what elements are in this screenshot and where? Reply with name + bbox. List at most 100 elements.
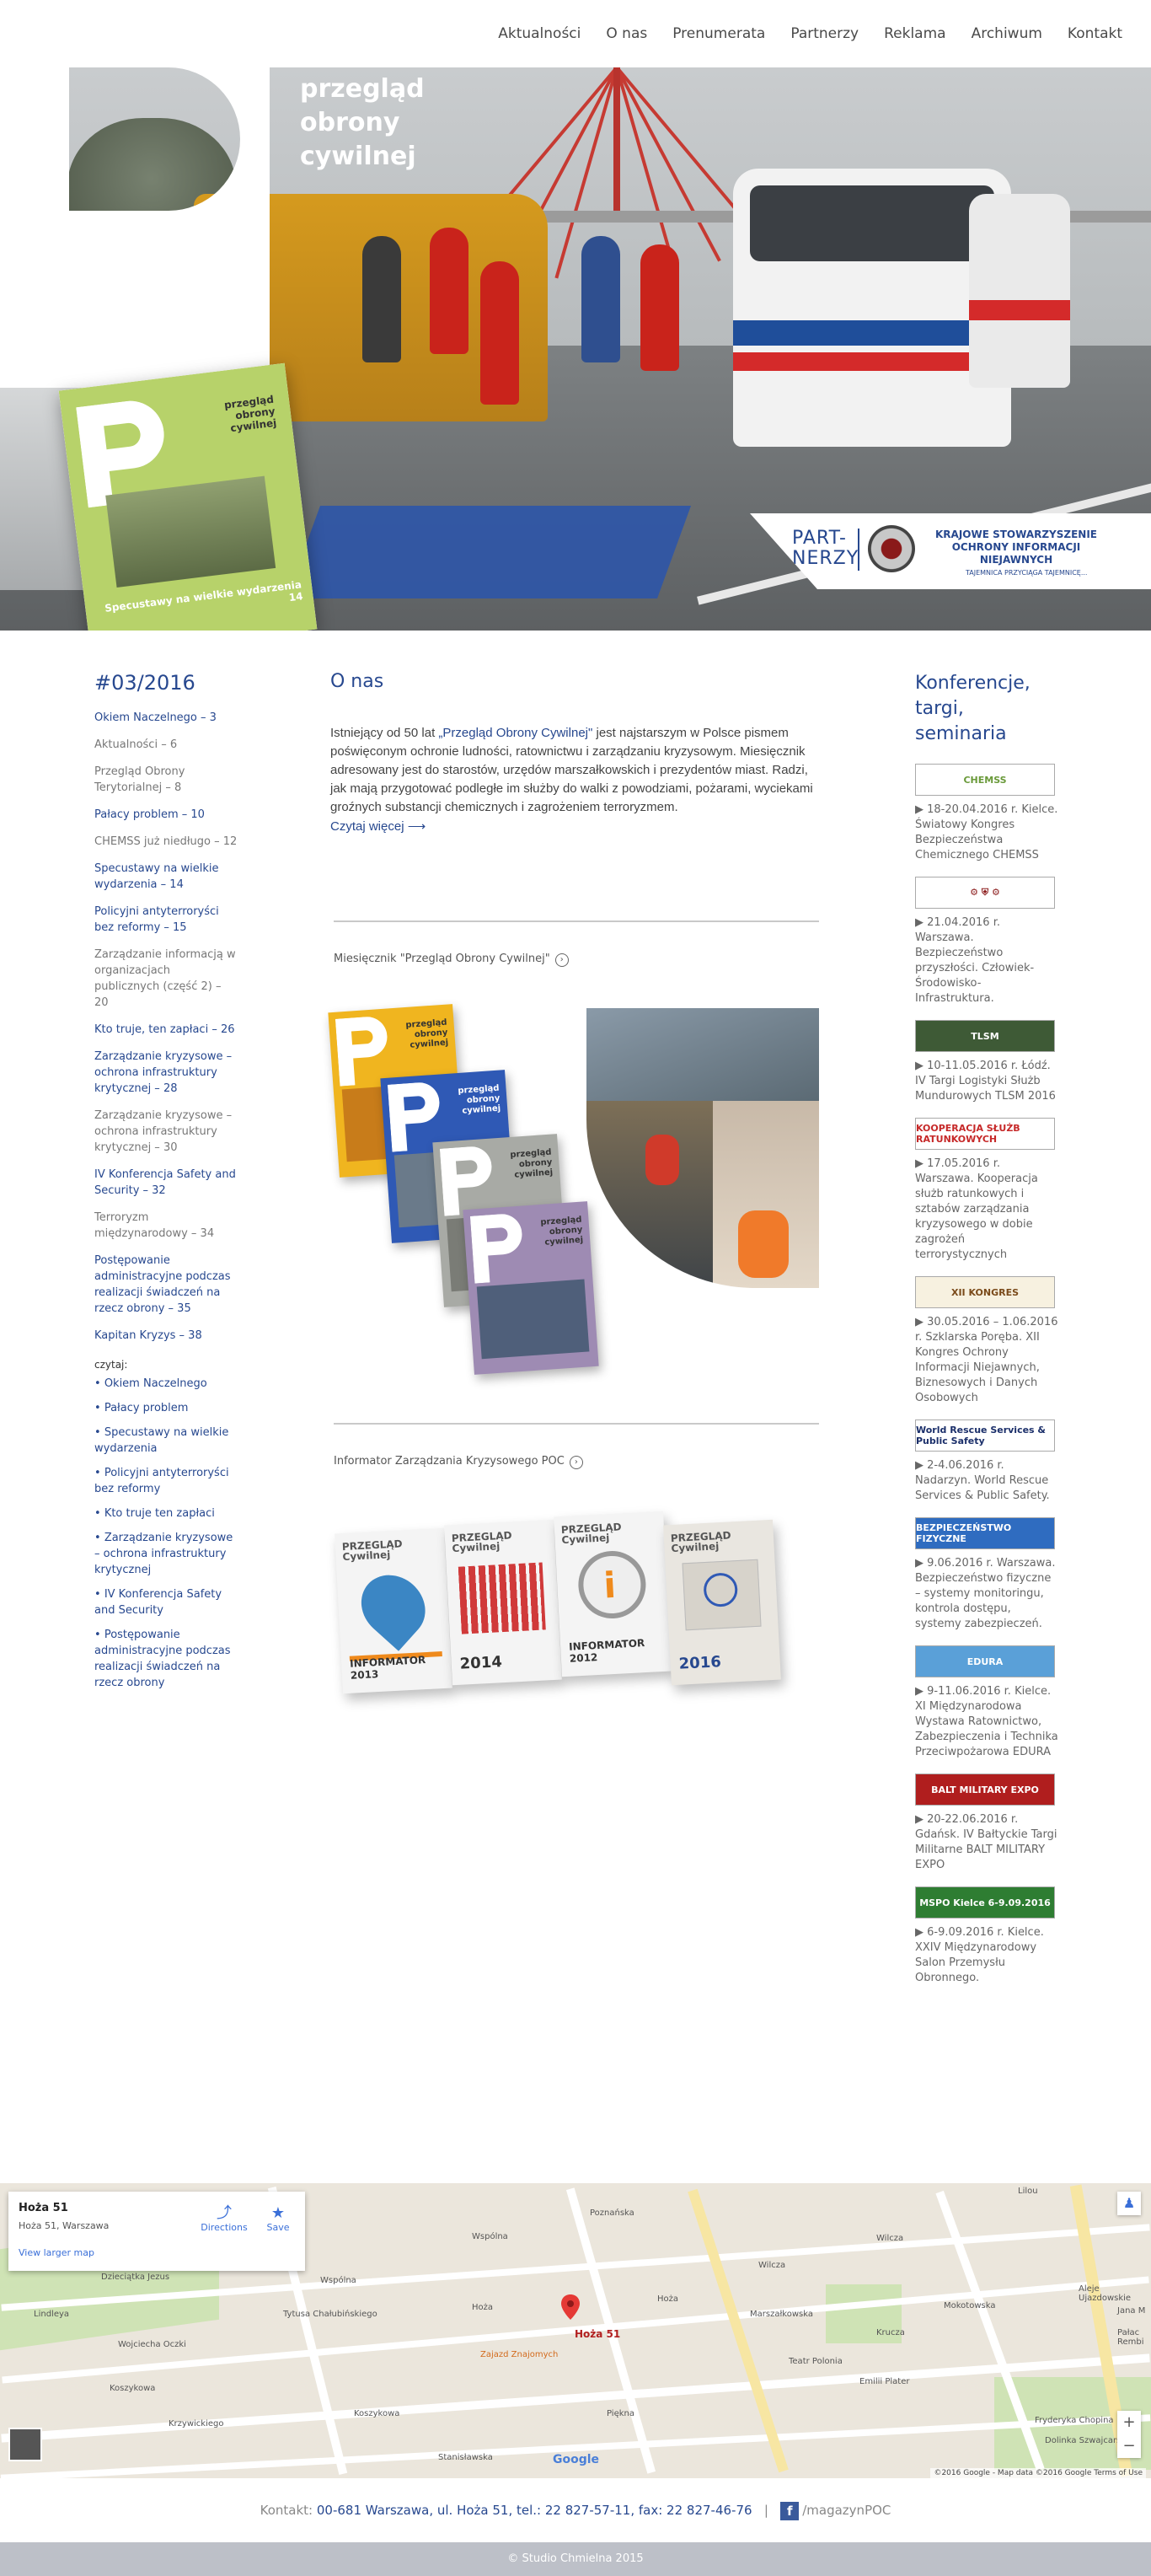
toc-item[interactable]: Kapitan Kryzys – 38	[94, 1328, 238, 1344]
monthly-link[interactable]: Miesięcznik "Przegląd Obrony Cywilnej" ›	[334, 953, 569, 967]
nav-aktualnosci[interactable]: Aktualności	[498, 25, 581, 42]
event-item: EDURA ▶ 9-11.06.2016 r. Kielce. XI Między…	[915, 1645, 1058, 1760]
brand-line-1: przegląd	[300, 74, 425, 104]
contact-details: 00-681 Warszawa, ul. Hoża 51, tel.: 22 8…	[316, 2503, 752, 2518]
toc-item[interactable]: Okiem Naczelnego – 3	[94, 710, 238, 726]
toc-item[interactable]: IV Konferencja Safety and Security – 32	[94, 1167, 238, 1199]
facebook-link[interactable]: f/magazynPOC	[780, 2501, 891, 2520]
informator-covers[interactable]: PRZEGLĄD Cywilnej INFORMATOR 2013 PRZEGL…	[330, 1511, 819, 1767]
toc-item: Przegląd Obrony Terytorialnej – 8	[94, 765, 185, 794]
event-item: KOOPERACJA SŁUŻB RATUNKOWYCH ▶ 17.05.2016…	[915, 1118, 1058, 1263]
cover-title: przegląd obrony cywilnej	[223, 393, 278, 435]
event-banner[interactable]: EDURA	[915, 1645, 1055, 1677]
map-place-card: Hoża 51 Hoża 51, Warszawa View larger ma…	[8, 2192, 305, 2271]
toc-item[interactable]: Kto truje, ten zapłaci – 26	[94, 1022, 238, 1038]
issue-toc: Okiem Naczelnego – 3 Aktualności – 6 Przeg…	[94, 710, 238, 1344]
toc-item: Terroryzm międzynarodowy – 34	[94, 1211, 215, 1240]
about-title: O nas	[330, 671, 384, 692]
event-banner[interactable]: CHEMSS	[915, 764, 1055, 796]
read-article-link[interactable]: • Specustawy na wielkie wydarzenia	[94, 1425, 238, 1457]
nav-partnerzy[interactable]: Partnerzy	[790, 25, 859, 42]
read-article-link[interactable]: • Okiem Naczelnego	[94, 1376, 238, 1392]
copyright-bar: © Studio Chmielna 2015	[0, 2542, 1151, 2576]
brand-line-2: obrony	[300, 108, 400, 137]
map-pin-icon[interactable]	[561, 2294, 580, 2320]
event-banner[interactable]: XII KONGRES	[915, 1276, 1055, 1308]
zoom-controls[interactable]: + −	[1117, 2411, 1141, 2458]
toc-item: Zarządzanie kryzysowe – ochrona infrastr…	[94, 1109, 233, 1154]
pegman-icon[interactable]: ♟	[1117, 2192, 1141, 2215]
rescue-photo-collage	[586, 1008, 819, 1288]
view-larger-map-link[interactable]: View larger map	[19, 2247, 94, 2258]
google-map[interactable]: Wspólna Wspólna Hoża Hoża Wilcza Wilcza …	[0, 2183, 1151, 2478]
informator-cover: PRZEGLĄD Cywilnej INFORMATOR 2013	[335, 1527, 452, 1694]
event-description: ▶ 6-9.09.2016 r. Kielce. XXIV Międzynaro…	[915, 1926, 1044, 1984]
facebook-icon: f	[780, 2501, 800, 2520]
event-item: MSPO Kielce 6-9.09.2016 ▶ 6-9.09.2016 r. …	[915, 1886, 1058, 1986]
hero: Aktualności O nas Prenumerata Partnerzy …	[0, 0, 1151, 631]
event-banner[interactable]: BALT MILITARY EXPO	[915, 1774, 1055, 1806]
map-attribution[interactable]: ©2016 Google - Map data ©2016 Google Ter…	[930, 2468, 1146, 2478]
event-banner[interactable]: ⚙ ⛨ ⚙	[915, 877, 1055, 909]
read-article-link[interactable]: • Kto truje ten zapłaci	[94, 1505, 238, 1521]
event-description: ▶ 17.05.2016 r. Warszawa. Kooperacja słu…	[915, 1157, 1038, 1261]
event-banner[interactable]: KOOPERACJA SŁUŻB RATUNKOWYCH	[915, 1118, 1055, 1150]
nav-reklama[interactable]: Reklama	[884, 25, 945, 42]
read-article-link[interactable]: • IV Konferencja Safety and Security	[94, 1586, 238, 1618]
arrow-right-icon: ›	[569, 1456, 583, 1469]
read-article-link[interactable]: • Zarządzanie kryzysowe – ochrona infras…	[94, 1530, 238, 1578]
nav-kontakt[interactable]: Kontakt	[1068, 25, 1122, 42]
arrow-right-icon: ›	[554, 953, 569, 967]
satellite-toggle[interactable]	[8, 2428, 42, 2461]
events-title: Konferencje, targi, seminaria	[915, 673, 1031, 744]
event-banner[interactable]: TLSM	[915, 1020, 1055, 1052]
zoom-in-button[interactable]: +	[1117, 2411, 1141, 2434]
event-item: BEZPIECZEŃSTWO FIZYCZNE ▶ 9.06.2016 r. Wa…	[915, 1517, 1058, 1632]
event-item: XII KONGRES ▶ 30.05.2016 – 1.06.2016 r. S…	[915, 1276, 1058, 1406]
informator-cover: PRZEGLĄD Cywilnej 2014	[444, 1519, 562, 1686]
toc-item[interactable]: Postępowanie administracyjne podczas rea…	[94, 1253, 238, 1317]
logo-p-shape	[0, 0, 270, 388]
directions-button[interactable]: ⤴ Directions	[201, 2205, 248, 2234]
event-banner[interactable]: BEZPIECZEŃSTWO FIZYCZNE	[915, 1517, 1055, 1549]
event-item: BALT MILITARY EXPO ▶ 20-22.06.2016 r. Gda…	[915, 1774, 1058, 1873]
read-article-link[interactable]: • Policyjni antyterroryści bez reformy	[94, 1465, 238, 1497]
contact-bar: Kontakt: 00-681 Warszawa, ul. Hoża 51, t…	[0, 2478, 1151, 2542]
events-sidebar: Konferencje, targi, seminaria CHEMSS ▶ 18…	[915, 671, 1058, 1999]
brand-logotype[interactable]: przegląd obrony cywilnej	[300, 72, 425, 174]
event-banner[interactable]: World Rescue Services & Public Safety	[915, 1419, 1055, 1452]
read-article-link[interactable]: • Pałacy problem	[94, 1400, 238, 1416]
event-item: TLSM ▶ 10-11.05.2016 r. Łódź. IV Targi Lo…	[915, 1020, 1058, 1104]
event-description: ▶ 9.06.2016 r. Warszawa. Bezpieczeństwo …	[915, 1557, 1056, 1630]
informator-link[interactable]: Informator Zarządzania Kryzysowego POC ›	[334, 1455, 583, 1469]
about-section: O nas Istniejący od 50 lat „Przegląd Obr…	[328, 671, 819, 1694]
toc-item[interactable]: Specustawy na wielkie wydarzenia – 14	[94, 861, 238, 893]
cover-stack[interactable]: przegląd obrony cywilnej przegląd obrony cyw…	[328, 1004, 599, 1396]
event-banner[interactable]: MSPO Kielce 6-9.09.2016	[915, 1886, 1055, 1919]
read-article-link[interactable]: • Postępowanie administracyjne podczas r…	[94, 1627, 238, 1691]
event-description: ▶ 10-11.05.2016 r. Łódź. IV Targi Logist…	[915, 1060, 1056, 1103]
event-description: ▶ 18-20.04.2016 r. Kielce. Światowy Kong…	[915, 803, 1058, 861]
zoom-out-button[interactable]: −	[1117, 2434, 1141, 2458]
events-list: CHEMSS ▶ 18-20.04.2016 r. Kielce. Światow…	[915, 764, 1058, 1986]
save-button[interactable]: ★ Save	[260, 2205, 297, 2234]
read-more-link[interactable]: Czytaj więcej ⟶	[330, 818, 426, 834]
event-item: ⚙ ⛨ ⚙ ▶ 21.04.2016 r. Warszawa. Bezpiecze…	[915, 877, 1058, 1006]
read-label: czytaj:	[94, 1359, 128, 1371]
nav-o-nas[interactable]: O nas	[606, 25, 647, 42]
event-description: ▶ 21.04.2016 r. Warszawa. Bezpieczeństwo…	[915, 916, 1035, 1005]
event-item: CHEMSS ▶ 18-20.04.2016 r. Kielce. Światow…	[915, 764, 1058, 863]
toc-item[interactable]: Pałacy problem – 10	[94, 807, 238, 823]
event-description: ▶ 9-11.06.2016 r. Kielce. XI Międzynarod…	[915, 1685, 1058, 1758]
magazine-cover[interactable]: przegląd obrony cywilnej Specustawy na wie…	[58, 362, 318, 631]
toc-item[interactable]: Policyjni antyterroryści bez reformy – 1…	[94, 904, 238, 936]
nav-prenumerata[interactable]: Prenumerata	[672, 25, 765, 42]
informator-cover: PRZEGLĄD Cywilnej 2016	[663, 1519, 781, 1686]
place-address: Hoża 51, Warszawa	[19, 2220, 110, 2231]
read-list: • Okiem Naczelnego • Pałacy problem • Spec…	[94, 1376, 238, 1691]
place-name: Hoża 51	[19, 2202, 68, 2214]
nav-archiwum[interactable]: Archiwum	[972, 25, 1042, 42]
partners-banner[interactable]: PART- NERZY KRAJOWE STOWARZYSZENIE OCHRONY…	[750, 513, 1151, 589]
issue-title: #03/2016	[94, 671, 195, 695]
toc-item[interactable]: Zarządzanie kryzysowe – ochrona infrastr…	[94, 1049, 238, 1097]
